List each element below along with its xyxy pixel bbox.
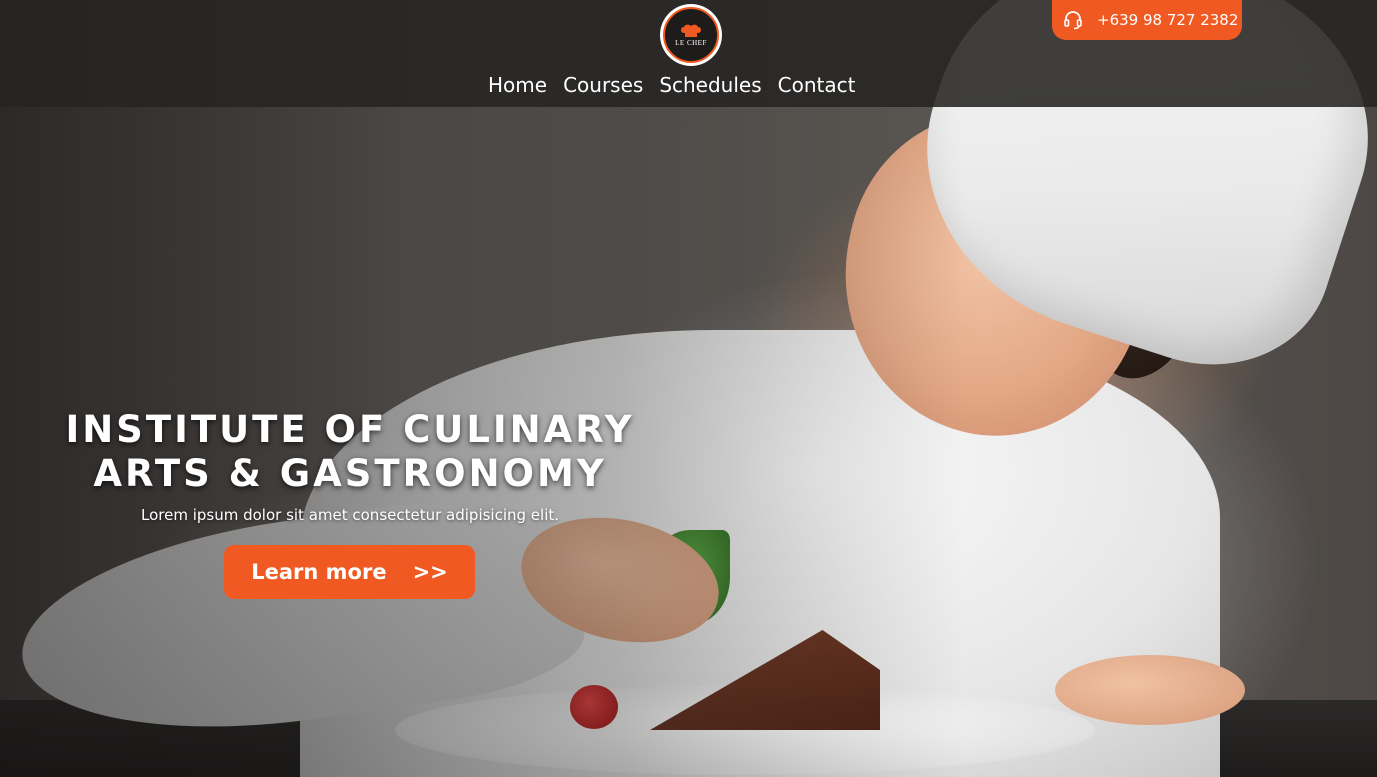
main-nav: Home Courses Schedules Contact [480,70,863,104]
phone-contact-button[interactable]: +639 98 727 2382 [1052,0,1242,40]
logo-text: LE CHEF [675,38,707,47]
nav-contact[interactable]: Contact [770,70,864,104]
logo-emblem: LE CHEF [663,7,719,63]
headset-icon [1064,11,1082,30]
hero-title-line-1: INSTITUTE OF CULINARY [65,408,635,451]
hero-overlay [0,0,1377,777]
nav-courses[interactable]: Courses [555,70,651,104]
hero-title-line-2: ARTS & GASTRONOMY [93,452,607,495]
chef-hat-icon [681,24,701,37]
nav-schedules[interactable]: Schedules [651,70,769,104]
logo[interactable]: LE CHEF [660,4,722,66]
double-chevron-right-icon: >> [412,560,448,584]
phone-number: +639 98 727 2382 [1097,11,1239,29]
hero-subtitle: Lorem ipsum dolor sit amet consectetur a… [140,506,560,524]
hero-background-photo [0,0,1377,777]
nav-home[interactable]: Home [480,70,555,104]
site-header: LE CHEF Home Courses Schedules Contact +… [0,0,1377,107]
learn-more-label: Learn more [251,560,387,584]
hero-title: INSTITUTE OF CULINARY ARTS & GASTRONOMY [40,408,660,496]
learn-more-button[interactable]: Learn more >> [224,545,475,599]
